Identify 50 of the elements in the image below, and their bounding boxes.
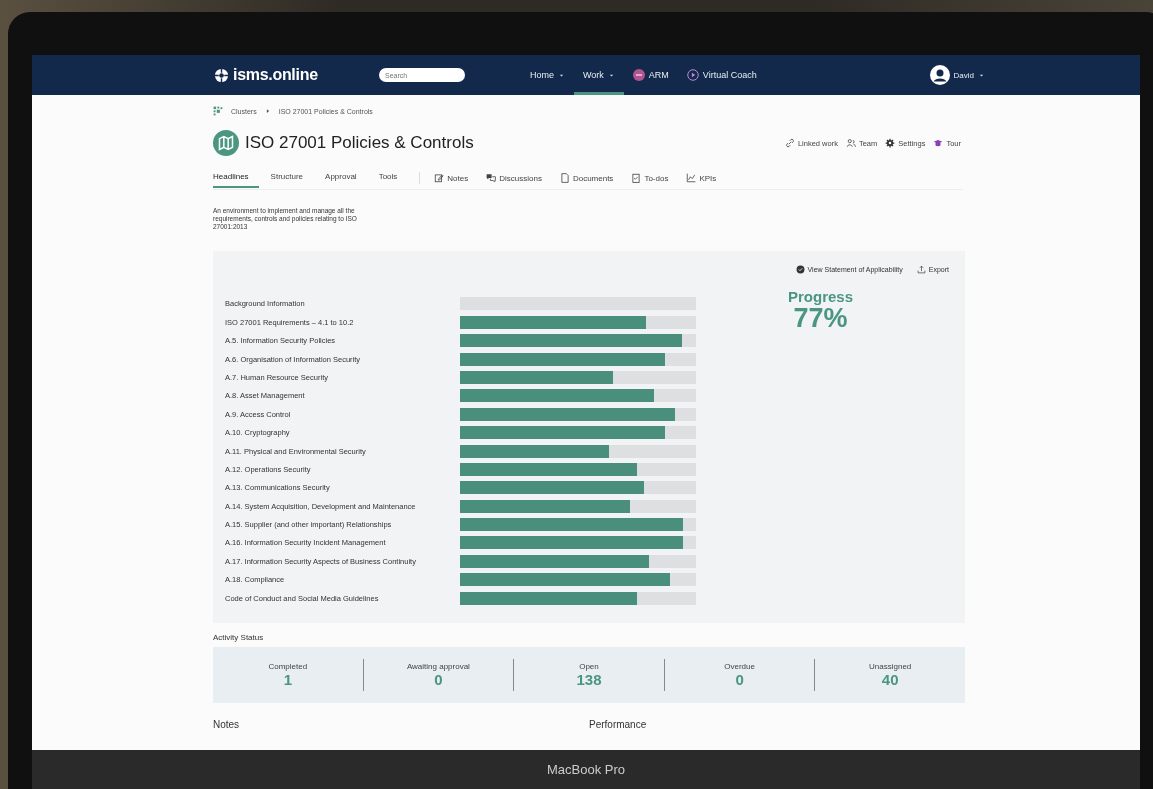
line-chart-icon <box>686 173 697 183</box>
logo-icon <box>214 67 229 83</box>
stat-value: 0 <box>735 671 744 689</box>
stat-label: Overdue <box>724 662 755 672</box>
nav-tab[interactable]: Work <box>574 55 624 95</box>
clipboard-icon <box>631 173 642 183</box>
play-circle-icon <box>686 69 699 81</box>
map-icon <box>213 130 239 156</box>
speech-bubbles-icon <box>486 173 497 183</box>
badge-icon <box>632 69 645 81</box>
page-title: ISO 27001 Policies & Controls <box>245 133 474 153</box>
logo-text[interactable]: isms.online <box>233 66 318 84</box>
stat-value: 138 <box>576 671 602 689</box>
people-icon <box>845 138 856 148</box>
device-label: MacBook Pro <box>32 750 1140 789</box>
stat-label: Open <box>579 662 599 672</box>
tab[interactable]: Approval <box>325 168 367 188</box>
tool-tab[interactable]: To-dos <box>631 173 669 183</box>
section-heading: Notes <box>213 719 241 731</box>
nav-tab[interactable]: ARM <box>623 55 678 95</box>
section-heading: Performance <box>589 719 648 731</box>
stat-value: 1 <box>283 671 292 689</box>
tool-tab[interactable]: Discussions <box>486 173 542 183</box>
tab[interactable]: Structure <box>270 168 314 188</box>
stat-label: Completed <box>268 662 308 672</box>
link-icon <box>784 138 795 148</box>
stat-label: Awaiting approval <box>406 662 470 672</box>
stat-value: 0 <box>434 671 443 689</box>
progress-label: Progress <box>787 288 853 306</box>
progress-value: 77% <box>793 305 848 333</box>
user-menu[interactable]: David <box>953 70 974 80</box>
tool-tab[interactable]: Notes <box>434 173 469 183</box>
tool-tab[interactable]: Documents <box>559 173 614 183</box>
tool-tab[interactable]: KPIs <box>686 173 717 183</box>
tab[interactable]: Headlines <box>213 168 259 188</box>
tab[interactable]: Tools <box>378 168 408 188</box>
upload-icon <box>916 265 926 275</box>
avatar-icon[interactable] <box>929 65 950 85</box>
stat-label: Unassigned <box>869 662 912 672</box>
cluster-icon <box>213 106 223 116</box>
mortarboard-icon <box>933 138 944 148</box>
document-icon <box>559 173 570 183</box>
section-heading: Activity Status <box>213 633 265 643</box>
check-circle-icon <box>795 265 805 275</box>
stat-value: 40 <box>881 671 899 689</box>
nav-tab[interactable]: Virtual Coach <box>677 55 766 95</box>
nav-tab[interactable]: Home <box>521 55 574 95</box>
settings-icon <box>885 138 896 148</box>
chevron-icon <box>264 108 271 114</box>
pencil-note-icon <box>434 173 445 183</box>
